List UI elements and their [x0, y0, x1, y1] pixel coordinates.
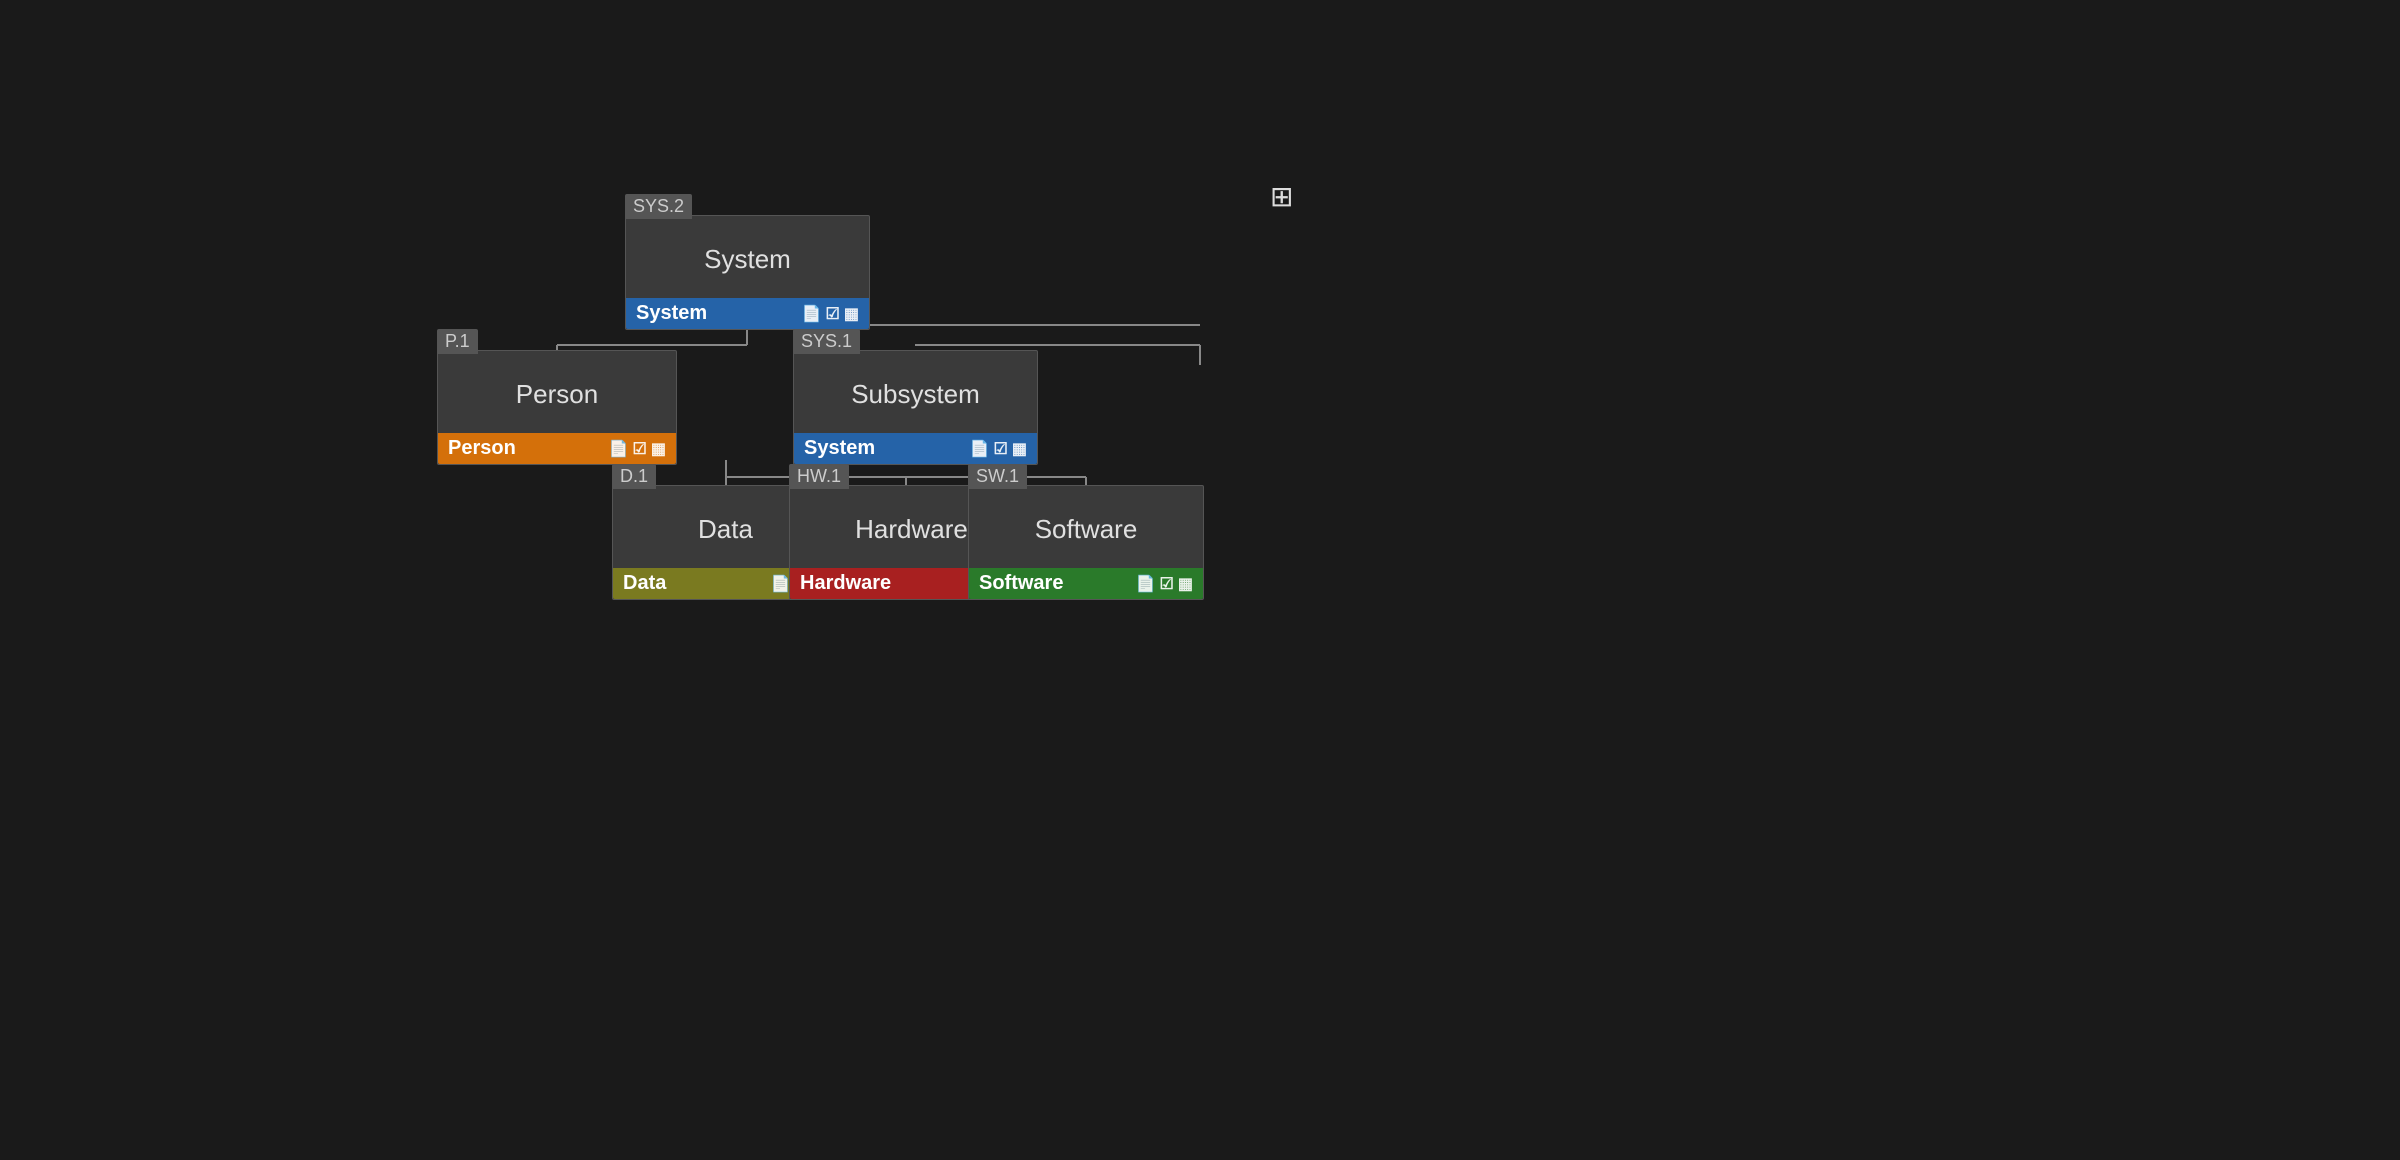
node-subsystem-footer[interactable]: System 📄 ☑ ▦	[794, 433, 1037, 464]
node-software-title: Software	[969, 486, 1203, 568]
checklist-icon2: ☑	[633, 439, 647, 459]
node-system-id: SYS.2	[625, 194, 692, 219]
node-system[interactable]: SYS.2 System System 📄 ☑ ▦	[625, 215, 870, 330]
table-icon3: ▦	[1012, 439, 1027, 459]
node-subsystem-title: Subsystem	[794, 351, 1037, 433]
doc-icon6: 📄	[1136, 574, 1156, 594]
checklist-icon6: ☑	[1160, 574, 1174, 594]
node-software[interactable]: SW.1 Software Software 📄 ☑ ▦	[968, 485, 1204, 600]
node-software-id: SW.1	[968, 464, 1027, 489]
node-subsystem-footer-icons: 📄 ☑ ▦	[970, 439, 1027, 459]
node-software-footer[interactable]: Software 📄 ☑ ▦	[969, 568, 1203, 599]
node-subsystem-id: SYS.1	[793, 329, 860, 354]
node-system-footer-icons: 📄 ☑ ▦	[802, 304, 859, 324]
node-person-id: P.1	[437, 329, 478, 354]
node-subsystem-footer-label: System	[804, 437, 875, 460]
node-person-footer[interactable]: Person 📄 ☑ ▦	[438, 433, 676, 464]
table-icon2: ▦	[651, 439, 666, 459]
node-system-footer-label: System	[636, 302, 707, 325]
node-software-footer-icons: 📄 ☑ ▦	[1136, 574, 1193, 594]
node-data-id: D.1	[612, 464, 656, 489]
node-data-footer-label: Data	[623, 572, 666, 595]
table-icon6: ▦	[1178, 574, 1193, 594]
node-person-footer-icons: 📄 ☑ ▦	[609, 439, 666, 459]
node-subsystem[interactable]: SYS.1 Subsystem System 📄 ☑ ▦	[793, 350, 1038, 465]
node-person[interactable]: P.1 Person Person 📄 ☑ ▦	[437, 350, 677, 465]
node-system-title: System	[626, 216, 869, 298]
doc-icon4: 📄	[771, 574, 791, 594]
diagram-container: ⊞ SYS.2 System System 📄 ☑ ▦ P.1 Person P…	[0, 0, 2400, 1160]
checklist-icon3: ☑	[994, 439, 1008, 459]
checklist-icon: ☑	[826, 304, 840, 324]
node-person-title: Person	[438, 351, 676, 433]
node-person-footer-label: Person	[448, 437, 516, 460]
node-system-footer[interactable]: System 📄 ☑ ▦	[626, 298, 869, 329]
table-icon: ▦	[844, 304, 859, 324]
doc-icon: 📄	[802, 304, 822, 324]
doc-icon3: 📄	[970, 439, 990, 459]
doc-icon2: 📄	[609, 439, 629, 459]
node-software-footer-label: Software	[979, 572, 1063, 595]
node-hardware-footer-label: Hardware	[800, 572, 891, 595]
node-hardware-id: HW.1	[789, 464, 849, 489]
hierarchy-icon: ⊞	[1270, 180, 1293, 213]
